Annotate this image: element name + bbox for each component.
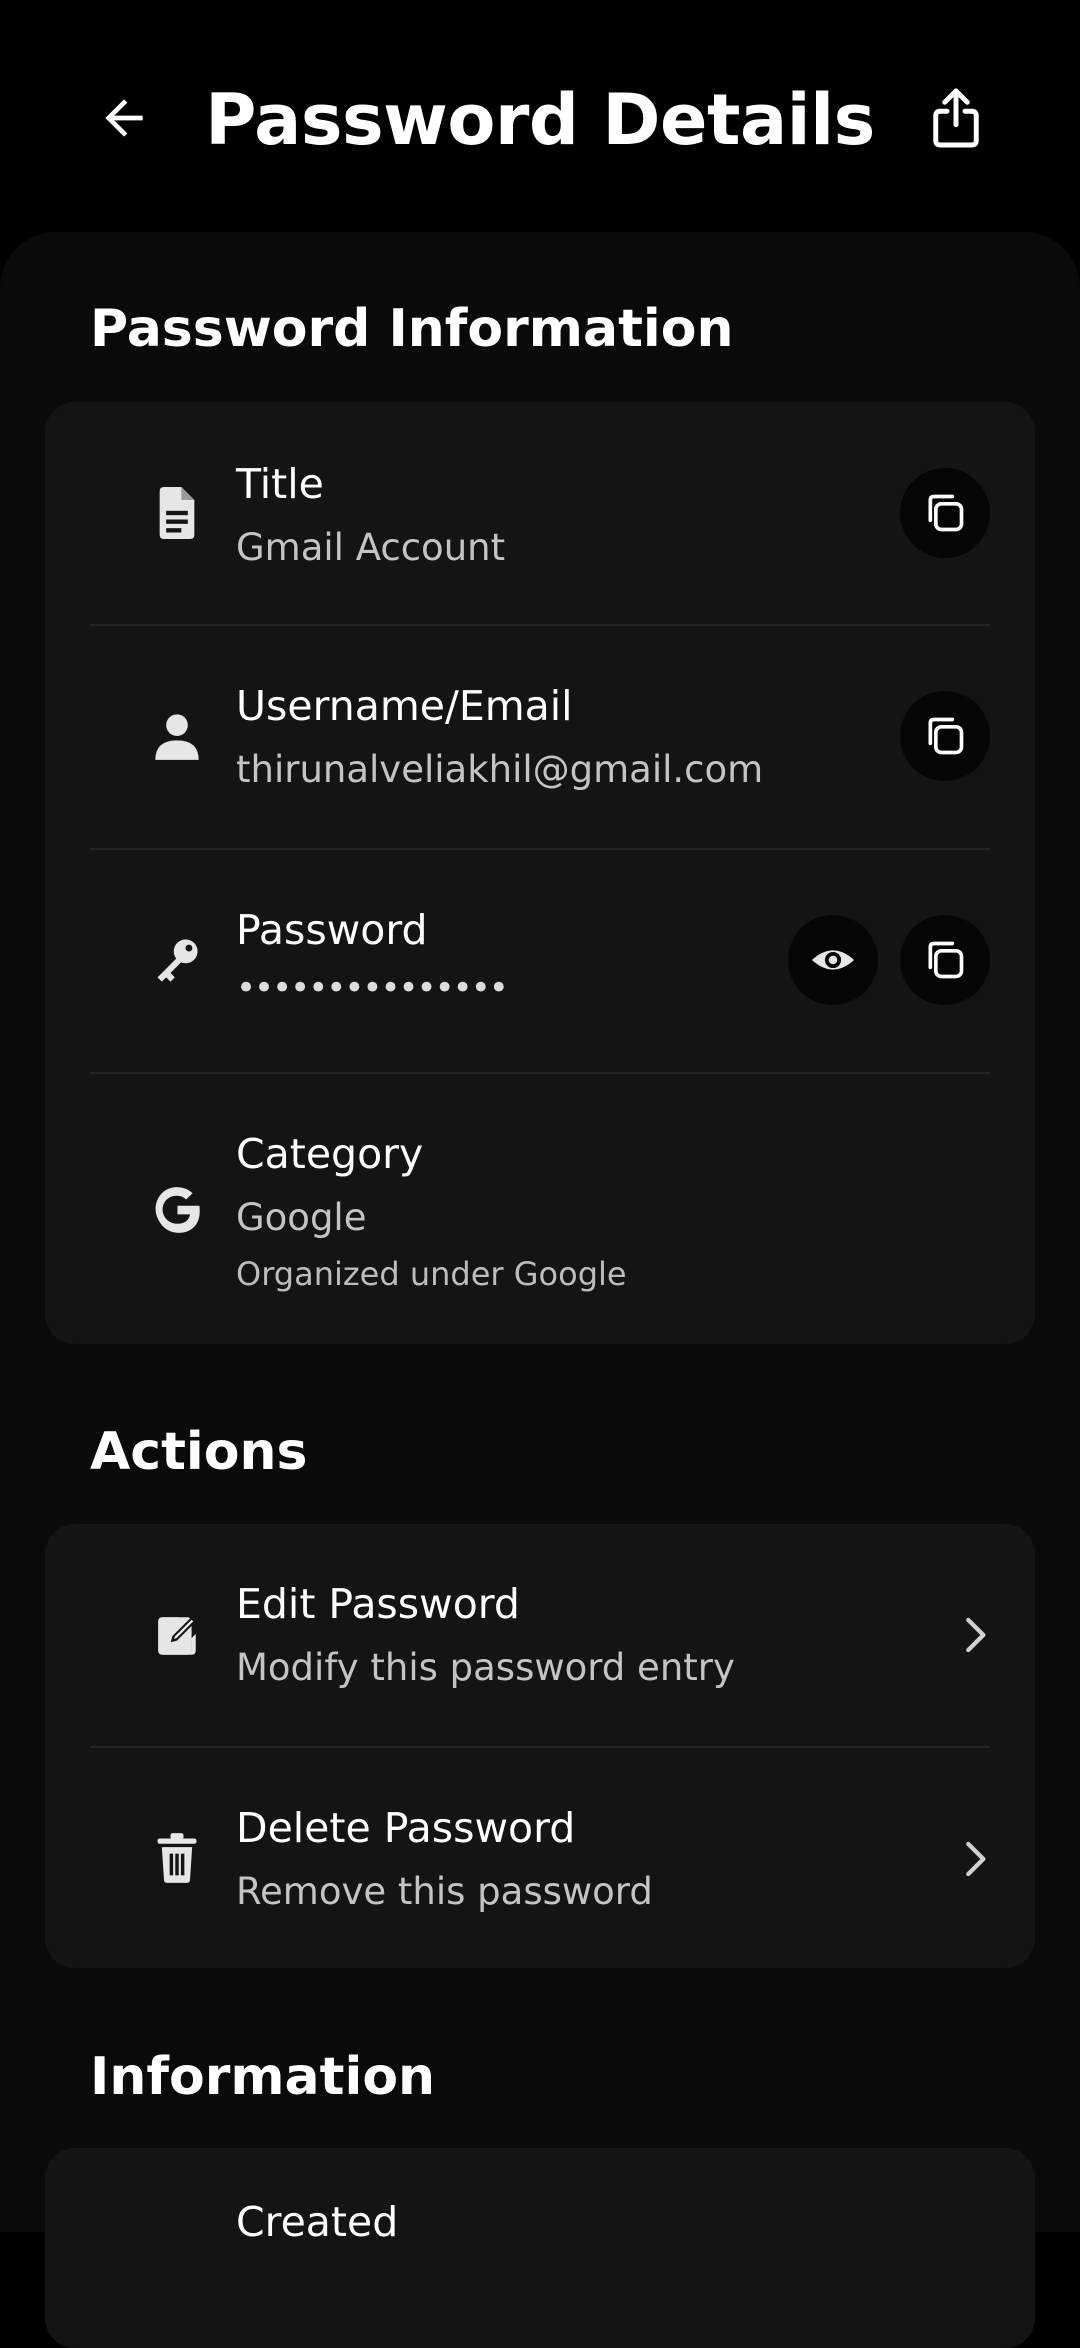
edit-icon	[145, 1604, 209, 1668]
section-title-information: Information	[90, 2047, 436, 2107]
edit-password-sub: Modify this password entry	[236, 1646, 735, 1689]
title-value: Gmail Account	[236, 526, 506, 569]
delete-password-label: Delete Password	[236, 1804, 576, 1852]
trash-icon	[145, 1826, 209, 1890]
section-title-password-information: Password Information	[90, 299, 734, 359]
copy-username-button[interactable]	[900, 691, 990, 781]
created-label: Created	[236, 2198, 399, 2246]
category-label: Category	[236, 1130, 424, 1178]
eye-icon	[811, 950, 855, 970]
actions-card: Edit Password Modify this password entry	[45, 1524, 1035, 1968]
content-sheet: Password Information Title Gmail Account	[0, 232, 1080, 2348]
username-value: thirunalveliakhil@gmail.com	[236, 748, 764, 791]
delete-password-row[interactable]: Delete Password Remove this password	[45, 1748, 1035, 1968]
toggle-visibility-button[interactable]	[788, 915, 878, 1005]
category-note: Organized under Google	[236, 1255, 627, 1293]
password-label: Password	[236, 906, 428, 954]
password-value-masked: •••••••••••••••	[236, 968, 509, 1008]
category-row: Category Google Organized under Google	[45, 1074, 1035, 1344]
share-icon	[933, 88, 979, 148]
edit-password-label: Edit Password	[236, 1580, 520, 1628]
copy-icon	[928, 717, 964, 755]
username-label: Username/Email	[236, 682, 573, 730]
category-value: Google	[236, 1196, 367, 1239]
google-icon	[145, 1178, 209, 1242]
top-app-bar: Password Details	[0, 0, 1080, 232]
title-label: Title	[236, 460, 324, 508]
copy-password-button[interactable]	[900, 915, 990, 1005]
edit-password-row[interactable]: Edit Password Modify this password entry	[45, 1524, 1035, 1746]
delete-password-sub: Remove this password	[236, 1870, 653, 1913]
chevron-right-icon	[945, 1605, 1005, 1665]
copy-icon	[928, 494, 964, 532]
chevron-right-icon	[945, 1829, 1005, 1889]
copy-title-button[interactable]	[900, 468, 990, 558]
section-title-actions: Actions	[90, 1422, 308, 1482]
share-button[interactable]	[916, 78, 996, 158]
username-row: Username/Email thirunalveliakhil@gmail.c…	[45, 626, 1035, 848]
document-icon	[145, 481, 209, 545]
key-icon	[145, 928, 209, 992]
person-icon	[145, 704, 209, 768]
password-row: Password •••••••••••••••	[45, 850, 1035, 1072]
copy-icon	[928, 941, 964, 979]
password-information-card: Title Gmail Account Username/Email thiru…	[45, 402, 1035, 1344]
information-card: Created	[45, 2148, 1035, 2348]
title-row: Title Gmail Account	[45, 402, 1035, 624]
